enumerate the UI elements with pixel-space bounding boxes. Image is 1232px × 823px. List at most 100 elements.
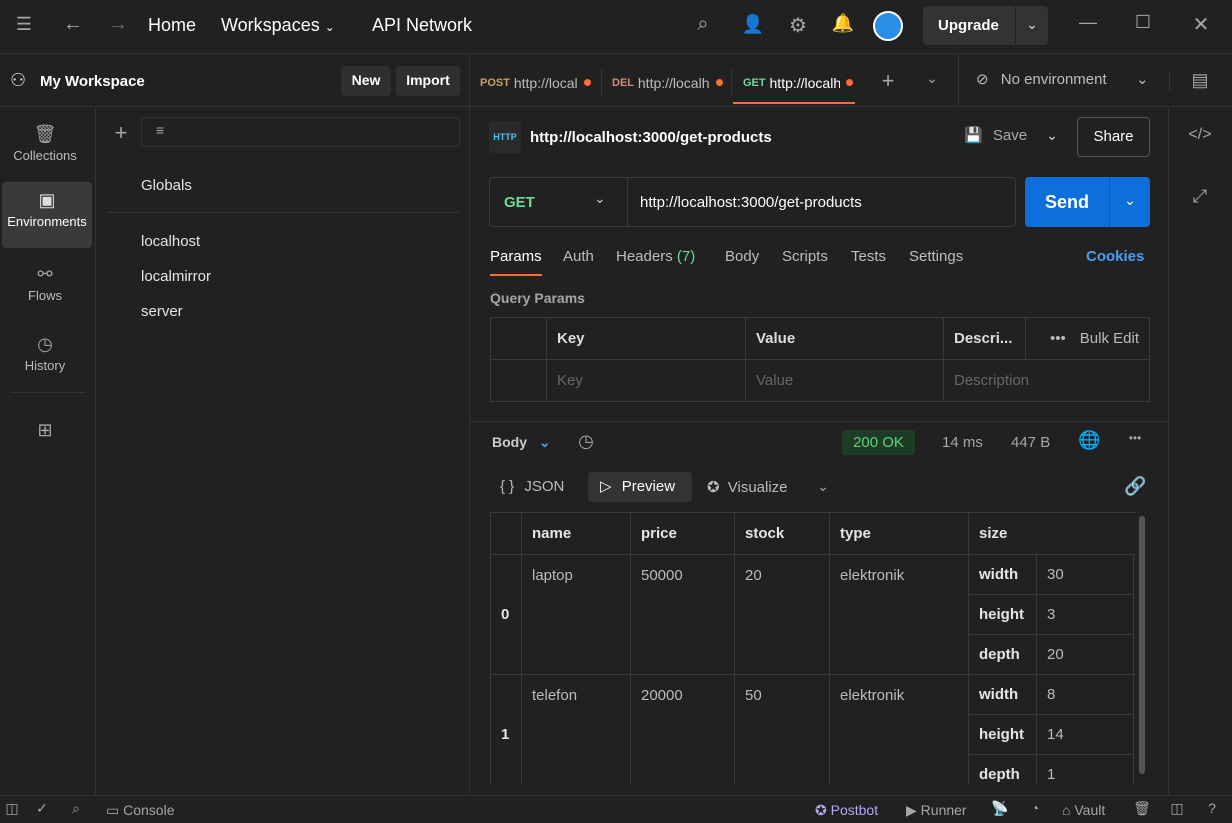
chevron-down-icon[interactable]: ⌄ <box>1015 6 1048 45</box>
new-button[interactable]: New <box>341 66 391 96</box>
nav-home[interactable]: Home <box>148 15 196 36</box>
description-input[interactable]: Description <box>944 360 1149 401</box>
globals-item[interactable]: Globals <box>141 177 192 194</box>
back-icon[interactable]: ← <box>60 13 86 36</box>
divider <box>470 421 1168 422</box>
share-button[interactable]: Share <box>1077 117 1150 157</box>
chevron-down-icon[interactable]: ⌄ <box>922 70 942 87</box>
close-icon[interactable]: ✕ <box>1188 12 1214 37</box>
braces-icon: { } <box>500 478 515 495</box>
sidebar-toggle-icon[interactable]: ◫ <box>2 800 22 817</box>
divider <box>470 106 1232 107</box>
url-input[interactable] <box>640 186 1010 218</box>
gear-icon[interactable]: ⚙ <box>785 13 811 38</box>
minimize-icon[interactable]: — <box>1075 12 1101 33</box>
trash-icon[interactable]: 🗑 <box>1133 800 1151 817</box>
runner-button[interactable]: ▶ Runner <box>906 802 967 819</box>
help-icon[interactable]: ? <box>1202 800 1222 816</box>
chevron-down-icon[interactable]: ⌄ <box>814 478 832 495</box>
rail-environments[interactable]: ▣ Environments <box>2 182 92 248</box>
cell-type: elektronik <box>840 687 905 704</box>
bulk-edit-button[interactable]: ••• Bulk Edit <box>1026 318 1149 359</box>
cookies-link[interactable]: Cookies <box>1086 248 1144 265</box>
unsaved-dot <box>715 78 723 86</box>
tab-get-active[interactable]: GET http://localhost <box>733 62 855 104</box>
tab-auth[interactable]: Auth <box>563 248 594 265</box>
user-icon: ⚇ <box>10 70 27 90</box>
environment-item[interactable]: server <box>141 303 183 320</box>
expand-icon[interactable]: ⤢ <box>1188 186 1212 207</box>
tab-del[interactable]: DEL http://localhost <box>612 62 727 104</box>
check-icon[interactable]: ✓ <box>32 800 52 817</box>
tab-params[interactable]: Params <box>490 248 542 276</box>
size-value: 20 <box>1047 646 1064 663</box>
rail-collections[interactable]: 🗑 Collections <box>0 116 90 182</box>
search-icon[interactable]: ⌕ <box>690 13 716 36</box>
layout-icon[interactable]: ◫ <box>1168 800 1186 817</box>
size-key: height <box>979 606 1024 623</box>
link-icon[interactable]: 🔗 <box>1124 476 1146 497</box>
size-value: 14 <box>1047 726 1064 743</box>
divider <box>0 106 470 107</box>
chevron-down-icon[interactable]: ⌄ <box>1042 127 1062 144</box>
nav-workspaces[interactable]: Workspaces ⌄ <box>221 15 335 36</box>
view-visualize[interactable]: ✪ Visualize <box>707 478 788 496</box>
tab-headers[interactable]: Headers (7) <box>616 248 695 265</box>
more-icon: ••• <box>1050 330 1066 347</box>
tab-post[interactable]: POST http://localhost <box>480 62 595 104</box>
scrollbar[interactable] <box>1139 516 1145 774</box>
table-row: 1 telefon 20000 50 elektronik width 8 height 14 d… <box>490 674 1135 784</box>
save-button[interactable]: 💾 Save <box>964 126 1027 144</box>
bell-icon[interactable]: 🔔 <box>830 13 856 34</box>
cell-type: elektronik <box>840 567 905 584</box>
capture-icon[interactable]: 📡 <box>990 800 1010 817</box>
console-button[interactable]: ▭ Console <box>106 802 175 819</box>
response-body-dropdown[interactable]: Body ⌄ <box>492 434 551 451</box>
maximize-icon[interactable]: ☐ <box>1130 12 1156 33</box>
search-icon[interactable]: ⌕ <box>66 800 86 817</box>
rail-flows[interactable]: ⚯ Flows <box>0 256 90 322</box>
view-preview[interactable]: ▷ Preview <box>588 472 692 502</box>
rail-history[interactable]: ◷ History <box>0 326 90 392</box>
method-select[interactable]: GET ⌄ <box>490 178 628 226</box>
history-icon[interactable]: ◷ <box>575 431 597 452</box>
cell-stock: 20 <box>745 567 762 584</box>
forward-icon[interactable]: → <box>105 13 131 36</box>
size-value: 1 <box>1047 766 1056 783</box>
cell-name: telefon <box>532 687 578 704</box>
code-icon[interactable]: </> <box>1186 126 1214 144</box>
environment-quick-look-icon[interactable]: ▤ <box>1188 70 1212 91</box>
method-badge: DEL <box>612 77 634 89</box>
send-button[interactable]: Send ⌄ <box>1025 177 1150 227</box>
apps-icon[interactable]: ⊞ <box>32 420 58 441</box>
tab-settings[interactable]: Settings <box>909 248 963 265</box>
tab-body[interactable]: Body <box>725 248 759 265</box>
history-icon: ◷ <box>37 334 53 354</box>
value-input[interactable]: Value <box>746 360 943 401</box>
globe-icon[interactable]: 🌐 <box>1078 430 1100 451</box>
more-icon[interactable]: ••• <box>1122 431 1148 445</box>
filter-search-input[interactable]: ≡ <box>141 117 460 147</box>
divider <box>95 107 96 795</box>
key-input[interactable]: Key <box>547 360 745 401</box>
vault-button[interactable]: ⌂ Vault <box>1062 802 1105 818</box>
menu-icon[interactable]: ☰ <box>12 14 36 35</box>
add-icon[interactable]: + <box>110 120 132 146</box>
new-tab-icon[interactable]: + <box>876 68 900 94</box>
cookie-icon[interactable]: ◔ <box>1025 800 1045 816</box>
environment-item[interactable]: localhost <box>141 233 200 250</box>
invite-user-icon[interactable]: 👤 <box>740 14 766 35</box>
size-value: 3 <box>1047 606 1056 623</box>
upgrade-button[interactable]: Upgrade ⌄ <box>923 6 1048 45</box>
import-button[interactable]: Import <box>396 66 460 96</box>
environment-item[interactable]: localmirror <box>141 268 211 285</box>
tab-scripts[interactable]: Scripts <box>782 248 828 265</box>
chevron-down-icon[interactable]: ⌄ <box>1109 177 1150 227</box>
postbot-button[interactable]: ✪ Postbot <box>815 802 878 819</box>
tab-tests[interactable]: Tests <box>851 248 886 265</box>
view-json[interactable]: { } JSON <box>500 478 564 495</box>
nav-api-network[interactable]: API Network <box>372 15 472 36</box>
avatar[interactable] <box>873 11 903 41</box>
environment-selector[interactable]: ⊘ No environment ⌄ <box>976 70 1156 94</box>
cell-price: 20000 <box>641 687 683 704</box>
